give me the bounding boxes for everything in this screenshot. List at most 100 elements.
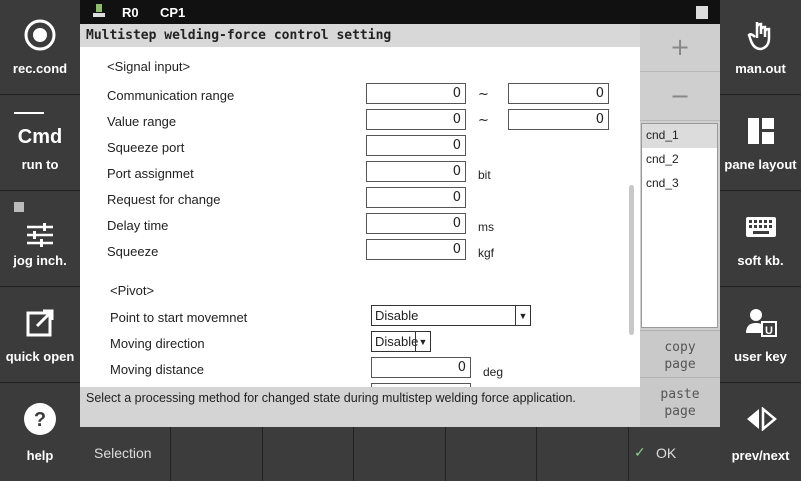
row-label: Moving distance	[110, 362, 204, 377]
value-range-min-field[interactable]: 0	[366, 109, 466, 130]
list-item[interactable]: cnd_3	[642, 172, 717, 196]
request-for-change-row: Request for change 0	[80, 187, 630, 211]
point-to-start-row: Point to start movemnet Disable ▼	[80, 305, 630, 329]
pivot-heading: <Pivot>	[110, 283, 155, 298]
row-label: Delay time	[107, 218, 169, 233]
row-label: Request for change	[107, 192, 221, 207]
request-for-change-field[interactable]: 0	[366, 187, 466, 208]
range-separator: ~	[478, 87, 489, 102]
squeeze-row: Squeeze 0 kgf	[80, 239, 630, 263]
pane-layout-button[interactable]: pane layout	[720, 96, 801, 191]
row-label: Moving direction	[110, 336, 205, 351]
function-key-4[interactable]	[354, 427, 446, 481]
run-to-label: run to	[21, 157, 59, 172]
port-assignment-row: Port assignmet 0 bit	[80, 161, 630, 185]
robot-status-icon	[92, 3, 106, 22]
select-value: Disable	[375, 308, 419, 323]
select-value: Disable	[375, 334, 419, 349]
chevron-down-icon[interactable]: ▼	[415, 332, 430, 351]
squeeze-field[interactable]: 0	[366, 239, 466, 260]
function-key-3[interactable]	[263, 427, 354, 481]
unit-label: deg	[483, 365, 504, 379]
cmd-label: Cmd	[17, 126, 63, 148]
robot-label: R0	[122, 5, 139, 20]
right-side-panel: man.out pane layout soft kb. U user key …	[720, 0, 801, 481]
list-item[interactable]: cnd_2	[642, 148, 717, 172]
help-button[interactable]: ? help	[0, 384, 80, 481]
point-to-start-select[interactable]: Disable ▼	[371, 305, 531, 326]
selection-tab[interactable]: Selection	[80, 427, 171, 481]
unit-label: kgf	[478, 246, 495, 260]
squeeze-port-field[interactable]: 0	[366, 135, 466, 156]
scrollbar-thumb[interactable]	[629, 185, 634, 335]
communication-range-max-field[interactable]: 0	[508, 83, 609, 104]
status-bar: R0 CP1	[80, 0, 720, 24]
help-message: Select a processing method for changed s…	[80, 387, 640, 427]
jog-inch-button[interactable]: jog inch.	[0, 192, 80, 287]
signal-input-heading: <Signal input>	[107, 59, 191, 74]
battery-icon	[696, 6, 708, 19]
moving-distance-row: Moving distance 0 deg	[80, 357, 630, 381]
range-separator: ~	[478, 113, 489, 128]
paste-page-button[interactable]: paste page	[640, 377, 720, 427]
vertical-scrollbar[interactable]	[627, 60, 635, 380]
value-range-row: Value range 0 ~ 0	[80, 109, 630, 133]
user-key-icon: U	[720, 306, 801, 340]
add-button[interactable]: +	[640, 24, 720, 72]
moving-distance-field[interactable]: 0	[371, 357, 471, 378]
pane-layout-label: pane layout	[724, 157, 797, 172]
cmd-run-to-button[interactable]: Cmd run to	[0, 96, 80, 191]
communication-range-row: Communication range 0 ~ 0	[80, 83, 630, 107]
function-key-2[interactable]	[171, 427, 263, 481]
keyboard-icon	[720, 210, 801, 244]
value-range-max-field[interactable]: 0	[508, 109, 609, 130]
cmd-icon	[14, 112, 44, 114]
list-item[interactable]: cnd_1	[642, 124, 717, 148]
remove-button[interactable]: −	[640, 73, 720, 121]
soft-kb-button[interactable]: soft kb.	[720, 192, 801, 287]
port-assignment-field[interactable]: 0	[366, 161, 466, 182]
condition-list: cnd_1 cnd_2 cnd_3	[641, 123, 718, 328]
rec-cond-label: rec.cond	[12, 61, 68, 76]
rec-cond-button[interactable]: rec.cond	[0, 0, 80, 95]
row-label: Squeeze port	[107, 140, 185, 155]
record-circle-icon	[0, 18, 80, 52]
copy-page-label: copy page	[664, 340, 696, 372]
quick-open-label: quick open	[5, 349, 75, 364]
unit-label: bit	[478, 168, 491, 182]
condition-panel: + − cnd_1 cnd_2 cnd_3 copy page paste pa…	[640, 24, 720, 427]
row-label: Port assignmet	[107, 166, 194, 181]
function-key-bar: Selection ✓ OK	[80, 427, 720, 481]
squeeze-port-row: Squeeze port 0	[80, 135, 630, 159]
paste-page-label: paste page	[660, 387, 700, 419]
prev-next-button[interactable]: prev/next	[720, 384, 801, 481]
function-key-6[interactable]	[537, 427, 629, 481]
row-label: Point to start movemnet	[110, 310, 248, 325]
svg-text:U: U	[765, 325, 773, 337]
page-title: Multistep welding-force control setting	[80, 24, 640, 47]
function-key-5[interactable]	[446, 427, 537, 481]
row-label: Value range	[107, 114, 177, 129]
settings-content: <Signal input> Communication range 0 ~ 0…	[80, 47, 640, 387]
prev-next-label: prev/next	[731, 448, 790, 463]
chevron-down-icon[interactable]: ▼	[515, 306, 530, 325]
man-out-button[interactable]: man.out	[720, 0, 801, 95]
ok-label: OK	[656, 445, 677, 461]
user-key-button[interactable]: U user key	[720, 288, 801, 383]
moving-direction-row: Moving direction Disable ▼	[80, 331, 630, 355]
user-key-label: user key	[734, 349, 787, 364]
delay-time-field[interactable]: 0	[366, 213, 466, 234]
prev-next-icon	[720, 402, 801, 436]
moving-direction-select[interactable]: Disable ▼	[371, 331, 431, 352]
program-label: CP1	[160, 5, 186, 20]
copy-page-button[interactable]: copy page	[640, 330, 720, 377]
external-open-icon	[0, 306, 80, 340]
help-label: help	[26, 448, 54, 463]
help-circle-icon: ?	[0, 402, 80, 436]
ok-button[interactable]: ✓ OK	[629, 427, 720, 481]
row-label: Squeeze	[107, 244, 159, 259]
layout-icon	[720, 114, 801, 148]
quick-open-button[interactable]: quick open	[0, 288, 80, 383]
communication-range-min-field[interactable]: 0	[366, 83, 466, 104]
checkmark-icon: ✓	[634, 444, 646, 460]
